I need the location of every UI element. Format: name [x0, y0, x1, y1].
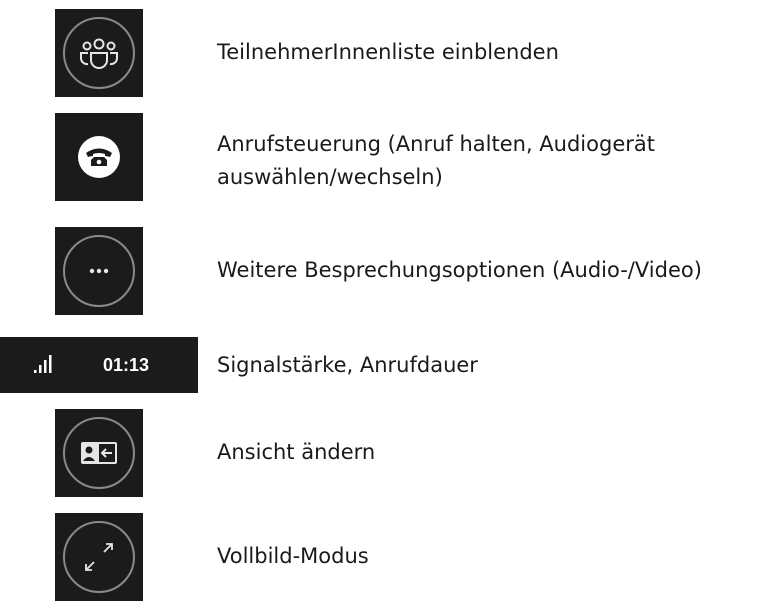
fullscreen-button[interactable] — [55, 513, 143, 601]
more-options-button[interactable] — [55, 227, 143, 315]
phone-icon — [78, 136, 120, 178]
change-view-label: Ansicht ändern — [217, 440, 376, 464]
call-duration: 01:13 — [103, 355, 150, 375]
more-options-label: Weitere Besprechungsoptionen (Audio-/Vid… — [217, 258, 702, 282]
people-icon — [63, 17, 135, 89]
fullscreen-icon — [63, 521, 135, 593]
signal-duration-label: Signalstärke, Anrufdauer — [217, 353, 478, 377]
change-view-button[interactable] — [55, 409, 143, 497]
change-view-icon — [63, 417, 135, 489]
call-controls-label-line1: Anrufsteuerung (Anruf halten, Audiogerät — [217, 132, 655, 156]
call-controls-button[interactable] — [55, 113, 143, 201]
show-participants-button[interactable] — [55, 9, 143, 97]
call-controls-label-line2: auswählen/wechseln) — [217, 165, 443, 189]
legend-page: TeilnehmerInnenliste einblenden Anrufste… — [0, 0, 782, 603]
signal-strength-icon — [34, 355, 52, 373]
more-options-icon — [63, 235, 135, 307]
show-participants-label: TeilnehmerInnenliste einblenden — [217, 40, 559, 64]
fullscreen-label: Vollbild-Modus — [217, 544, 369, 568]
call-status-bar: 01:13 — [0, 337, 198, 393]
